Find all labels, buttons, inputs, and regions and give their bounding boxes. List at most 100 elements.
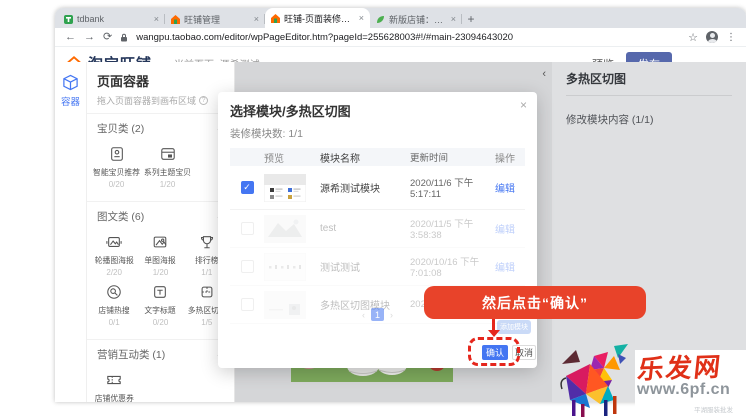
wangpu-favicon-icon [171, 15, 180, 24]
module-count: 1/5 [201, 318, 212, 327]
text-title-icon [152, 284, 168, 300]
module-item-coupon[interactable]: 店铺优惠券 0/1 [91, 369, 137, 402]
tab-title: 旺铺-页面装修编辑器 [284, 12, 355, 25]
page-number[interactable]: 1 [371, 308, 384, 321]
module-thumbnail [264, 174, 320, 202]
table-row: test 2020/11/5 下午3:58:38 编辑 [230, 210, 525, 248]
section-items: 店铺优惠券 0/1 [87, 367, 234, 402]
back-icon[interactable]: ← [65, 32, 76, 43]
section-items: 轮播图海报 2/20 单图海报 1/20 排行榜 1/1 [87, 229, 234, 339]
module-name: 文字标题 [145, 304, 176, 315]
section-items: 智能宝贝推荐 0/20 系列主题宝贝 1/20 [87, 141, 234, 201]
row-checkbox[interactable] [241, 260, 254, 273]
tab-new-shop[interactable]: 新版店铺：首页&旺铺&小程序首 × [370, 10, 462, 28]
container-cube-icon[interactable] [62, 74, 79, 91]
module-row-name: test [320, 223, 410, 234]
module-name: 店铺热搜 [99, 304, 130, 315]
page-container-panel: 页面容器 拖入页面容器到画布区域 ? 宝贝类 (2) 智能宝贝推荐 0/20 [87, 62, 235, 402]
tab-close-icon[interactable]: × [154, 14, 159, 24]
page-next-icon[interactable]: › [390, 310, 393, 320]
table-row: 测试测试 2020/10/16 下午7:01:08 编辑 [230, 248, 525, 286]
module-name: 系列主题宝贝 [144, 166, 191, 177]
tab-title: tdbank [77, 14, 150, 24]
shop-hot-search-icon [106, 284, 122, 300]
module-item-single-poster[interactable]: 单图海报 1/20 [137, 231, 183, 281]
browser-tab-strip: tdbank × 旺铺管理 × 旺铺-页面装修编辑器 × [55, 8, 746, 28]
single-poster-icon [152, 234, 168, 250]
screenshot-stage: tdbank × 旺铺管理 × 旺铺-页面装修编辑器 × [0, 0, 746, 420]
module-item-smart-recommend[interactable]: 智能宝贝推荐 0/20 [91, 143, 142, 193]
edit-link[interactable]: 编辑 [495, 184, 515, 195]
col-name: 模块名称 [320, 150, 410, 165]
col-action: 操作 [495, 150, 525, 165]
module-name: 智能宝贝推荐 [93, 166, 140, 177]
section-header-baobei[interactable]: 宝贝类 (2) [87, 113, 234, 141]
tab-close-icon[interactable]: × [254, 14, 259, 24]
module-item-shop-hot-search[interactable]: 店铺热搜 0/1 [91, 281, 137, 331]
tab-page-editor-active[interactable]: 旺铺-页面装修编辑器 × [265, 8, 370, 28]
lock-icon [120, 33, 128, 42]
module-item-carousel-poster[interactable]: 轮播图海报 2/20 [91, 231, 137, 281]
profile-avatar[interactable] [706, 31, 718, 43]
wangpu-favicon-icon [271, 14, 280, 23]
tab-close-icon[interactable]: × [451, 14, 456, 24]
add-module-button[interactable]: 添加模块 [497, 320, 531, 334]
section-header-marketing[interactable]: 营销互动类 (1) [87, 339, 234, 367]
panel-collapse-icon[interactable]: ‹ [542, 68, 546, 80]
carousel-poster-icon [106, 234, 122, 250]
edit-link[interactable]: 编辑 [495, 225, 515, 236]
tab-title: 旺铺管理 [184, 13, 250, 26]
row-checkbox[interactable] [241, 222, 254, 235]
rail-container-label[interactable]: 容器 [61, 94, 80, 108]
series-theme-icon [160, 146, 176, 162]
ranking-trophy-icon [199, 234, 215, 250]
module-count: 1/20 [160, 180, 176, 189]
module-item-text-title[interactable]: 文字标题 0/20 [137, 281, 183, 331]
right-panel-title: 多热区切图 [566, 70, 732, 96]
help-icon[interactable]: ? [199, 96, 208, 105]
watermark-site-url: www.6pf.cn [637, 381, 730, 399]
coupon-icon [106, 372, 122, 388]
tab-wangpu-manage[interactable]: 旺铺管理 × [165, 10, 265, 28]
page-prev-icon[interactable]: ‹ [362, 310, 365, 320]
new-tab-button[interactable]: + [462, 10, 480, 28]
bookmark-star-icon[interactable]: ☆ [688, 31, 698, 44]
module-count: 0/20 [109, 180, 125, 189]
module-name: 店铺优惠券 [95, 392, 134, 402]
tab-tdbank[interactable]: tdbank × [58, 10, 165, 28]
module-item-series-theme[interactable]: 系列主题宝贝 1/20 [142, 143, 193, 193]
tab-title: 新版店铺：首页&旺铺&小程序首 [389, 13, 447, 26]
module-row-name: 测试测试 [320, 259, 410, 274]
right-panel-subtitle[interactable]: 修改模块内容 (1/1) [566, 112, 732, 127]
module-row-updated: 2020/10/16 下午7:01:08 [410, 254, 495, 279]
browser-url-bar: ← → ⟳ wangpu.taobao.com/editor/wpPageEdi… [55, 28, 746, 47]
module-count: 0/1 [109, 318, 120, 327]
hotspot-slice-icon [199, 284, 215, 300]
section-label: 宝贝类 (2) [97, 121, 144, 136]
tab-close-icon[interactable]: × [359, 13, 364, 23]
tdbank-favicon-icon [64, 15, 73, 24]
smart-recommend-icon [109, 146, 125, 162]
module-rail: 容器 [55, 62, 87, 402]
browser-menu-icon[interactable]: ⋮ [726, 32, 736, 43]
leaf-favicon-icon [376, 15, 385, 24]
refresh-icon[interactable]: ⟳ [103, 32, 112, 43]
forward-icon[interactable]: → [84, 32, 95, 43]
section-label: 营销互动类 (1) [97, 347, 165, 362]
module-row-updated: 2020/11/6 下午5:17:11 [410, 175, 495, 200]
section-header-tuwen[interactable]: 图文类 (6) [87, 201, 234, 229]
module-name: 轮播图海报 [95, 254, 134, 265]
close-icon[interactable]: × [520, 98, 527, 112]
module-thumbnail [264, 215, 320, 243]
row-checkbox-checked[interactable]: ✓ [241, 181, 254, 194]
module-row-updated: 2020/11/5 下午3:58:38 [410, 216, 495, 241]
url-text[interactable]: wangpu.taobao.com/editor/wpPageEditor.ht… [136, 32, 680, 43]
section-label: 图文类 (6) [97, 209, 144, 224]
watermark-tagline: 平湖服装批发 [694, 404, 733, 414]
panel-title: 页面容器 [87, 62, 234, 90]
edit-link[interactable]: 编辑 [495, 263, 515, 274]
module-count: 1/20 [153, 268, 169, 277]
module-count: 0/20 [153, 318, 169, 327]
modal-title: 选择模块/多热区切图 [218, 92, 537, 120]
module-count: 2/20 [106, 268, 122, 277]
